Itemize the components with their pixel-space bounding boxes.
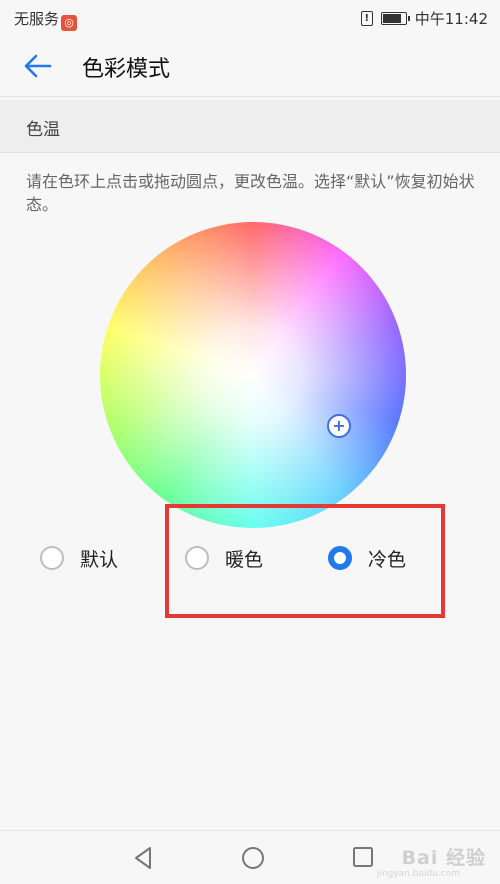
color-temperature-wheel[interactable]: + bbox=[100, 222, 406, 528]
navigation-bar: Bai 经验 jingyan.baidu.com bbox=[0, 830, 500, 884]
nav-recents-button[interactable] bbox=[351, 845, 377, 871]
back-button[interactable] bbox=[22, 51, 58, 81]
description-text: 请在色环上点击或拖动圆点，更改色温。选择“默认”恢复初始状态。 bbox=[26, 172, 475, 214]
highlight-box bbox=[165, 504, 445, 618]
nav-home-circle-icon bbox=[242, 847, 264, 869]
status-time: 中午11:42 bbox=[414, 10, 488, 28]
carrier-status: 无服务 ◎ bbox=[14, 8, 78, 31]
option-default[interactable]: 默认 bbox=[40, 538, 118, 578]
radio-default[interactable] bbox=[40, 546, 64, 570]
battery-fill bbox=[382, 14, 401, 23]
section-title: 色温 bbox=[26, 120, 60, 140]
nav-back-triangle-icon bbox=[135, 847, 151, 869]
status-right: ! 中午11:42 bbox=[360, 8, 488, 29]
carrier-badge-icon: ◎ bbox=[61, 15, 78, 31]
carrier-text: 无服务 bbox=[14, 10, 60, 28]
color-wheel-center-shade bbox=[100, 222, 406, 528]
battery-icon bbox=[380, 12, 410, 25]
watermark-text: Bai 经验 bbox=[401, 847, 486, 869]
wheel-handle[interactable]: + bbox=[327, 414, 351, 438]
option-default-label: 默认 bbox=[80, 548, 119, 571]
page-title: 色彩模式 bbox=[82, 57, 171, 82]
nav-home-button[interactable] bbox=[240, 845, 266, 871]
status-bar: 无服务 ◎ ! 中午11:42 bbox=[0, 0, 500, 34]
section-header: 色温 bbox=[0, 100, 500, 153]
nav-back-button[interactable] bbox=[131, 845, 157, 871]
app-bar: 色彩模式 bbox=[0, 34, 500, 97]
sim-alert-icon: ! bbox=[360, 11, 373, 26]
nav-recents-square-icon bbox=[353, 847, 373, 867]
arrow-left-icon bbox=[24, 54, 52, 78]
watermark-subtext: jingyan.baidu.com bbox=[376, 869, 460, 879]
